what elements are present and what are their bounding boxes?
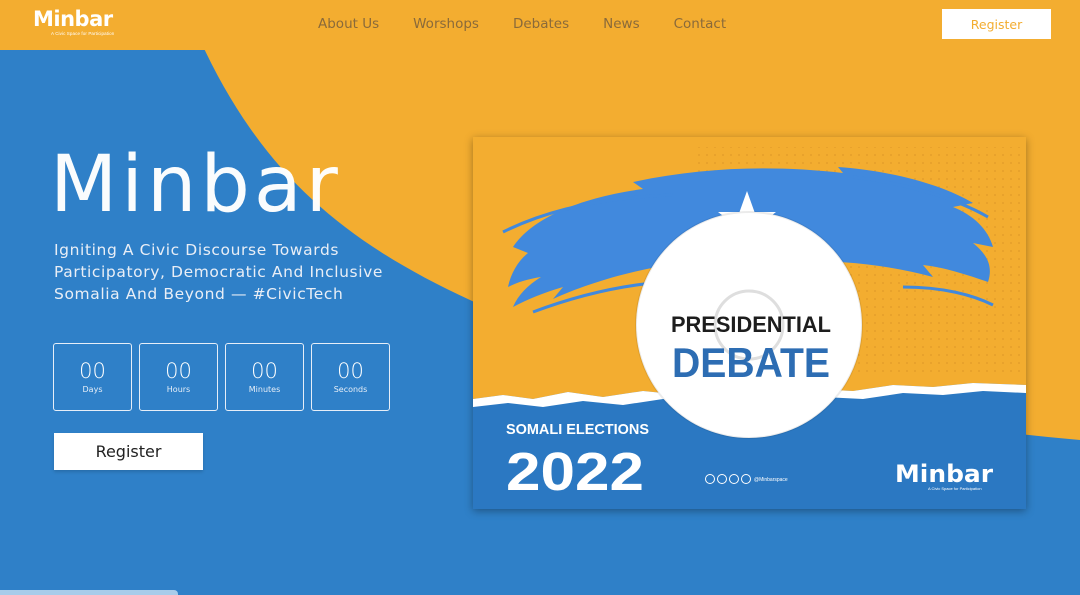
scrollbar-thumb[interactable] bbox=[0, 590, 178, 595]
debate-poster[interactable]: PRESIDENTIAL DEBATE SOMALI ELECTIONS 202… bbox=[473, 137, 1026, 509]
countdown-days: 00 Days bbox=[53, 343, 132, 411]
countdown-seconds: 00 Seconds bbox=[311, 343, 390, 411]
nav-link-debates[interactable]: Debates bbox=[513, 16, 569, 32]
logo-text: Minbar bbox=[33, 7, 113, 31]
logo-tagline: A Civic Space for Participation bbox=[51, 31, 115, 36]
hero-register-button[interactable]: Register bbox=[54, 433, 203, 470]
countdown-value: 00 bbox=[337, 359, 364, 383]
nav-link-news[interactable]: News bbox=[603, 16, 639, 32]
countdown-value: 00 bbox=[251, 359, 278, 383]
hero-subtitle: Igniting A Civic Discourse Towards Parti… bbox=[54, 241, 384, 303]
navbar: Minbar A Civic Space for Participation A… bbox=[0, 0, 1080, 50]
countdown-label: Hours bbox=[166, 385, 191, 394]
countdown-label: Minutes bbox=[248, 385, 281, 394]
countdown-hours: 00 Hours bbox=[139, 343, 218, 411]
poster-debate: DEBATE bbox=[672, 339, 830, 386]
countdown-label: Seconds bbox=[333, 385, 368, 394]
countdown-timer: 00 Days 00 Hours 00 Minutes 00 Seconds bbox=[53, 343, 397, 411]
nav-links: About Us Worshops Debates News Contact bbox=[318, 16, 760, 32]
countdown-value: 00 bbox=[79, 359, 106, 383]
poster-year: 2022 bbox=[506, 442, 644, 502]
nav-link-workshops[interactable]: Worshops bbox=[413, 16, 479, 32]
nav-link-contact[interactable]: Contact bbox=[674, 16, 727, 32]
countdown-value: 00 bbox=[165, 359, 192, 383]
poster-social-handle: @Minbarspace bbox=[754, 477, 788, 483]
poster-logo: Minbar bbox=[895, 460, 993, 488]
nav-link-about-us[interactable]: About Us bbox=[318, 16, 379, 32]
countdown-label: Days bbox=[82, 385, 103, 394]
poster-artwork: PRESIDENTIAL DEBATE SOMALI ELECTIONS 202… bbox=[473, 137, 1026, 509]
poster-logo-tagline: A Civic Space for Participation bbox=[928, 486, 982, 491]
poster-presidential: PRESIDENTIAL bbox=[671, 312, 831, 337]
brand-logo[interactable]: Minbar A Civic Space for Participation bbox=[33, 8, 114, 36]
poster-elections-label: SOMALI ELECTIONS bbox=[506, 421, 649, 438]
nav-register-button[interactable]: Register bbox=[942, 9, 1051, 39]
countdown-minutes: 00 Minutes bbox=[225, 343, 304, 411]
hero-title: Minbar bbox=[50, 140, 342, 230]
